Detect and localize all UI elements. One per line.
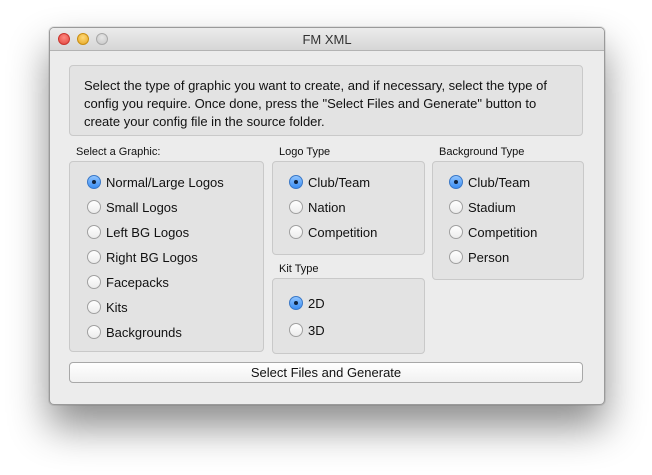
description-text: Select the type of graphic you want to c… xyxy=(84,78,547,129)
radio-unselected-icon xyxy=(289,323,303,337)
radio-unselected-icon xyxy=(289,200,303,214)
radio-label: Stadium xyxy=(468,199,516,215)
radio-right-bg-logos[interactable]: Right BG Logos xyxy=(87,248,198,266)
radio-bg-competition[interactable]: Competition xyxy=(449,223,537,241)
window-title: FM XML xyxy=(302,32,352,47)
graphic-group-label: Select a Graphic: xyxy=(76,146,161,158)
radio-bg-stadium[interactable]: Stadium xyxy=(449,198,516,216)
radio-label: Small Logos xyxy=(106,199,178,215)
radio-selected-icon xyxy=(449,175,463,189)
radio-unselected-icon xyxy=(87,225,101,239)
radio-selected-icon xyxy=(289,175,303,189)
radio-selected-icon xyxy=(87,175,101,189)
radio-bg-club-team[interactable]: Club/Team xyxy=(449,173,530,191)
radio-label: Right BG Logos xyxy=(106,249,198,265)
kit-type-group-label: Kit Type xyxy=(279,263,319,275)
radio-bg-person[interactable]: Person xyxy=(449,248,509,266)
radio-logo-competition[interactable]: Competition xyxy=(289,223,377,241)
radio-label: Club/Team xyxy=(468,174,531,190)
radio-facepacks[interactable]: Facepacks xyxy=(87,273,169,291)
radio-unselected-icon xyxy=(87,325,101,339)
logo-type-group-label: Logo Type xyxy=(279,146,331,158)
radio-backgrounds[interactable]: Backgrounds xyxy=(87,323,182,341)
radio-kit-2d[interactable]: 2D xyxy=(289,294,325,312)
radio-unselected-icon xyxy=(87,275,101,289)
title-bar[interactable]: FM XML xyxy=(50,28,604,51)
radio-logo-club-team[interactable]: Club/Team xyxy=(289,173,370,191)
radio-selected-icon xyxy=(289,296,303,310)
description-panel: Select the type of graphic you want to c… xyxy=(69,65,583,136)
radio-left-bg-logos[interactable]: Left BG Logos xyxy=(87,223,189,241)
radio-label: Club/Team xyxy=(308,174,371,190)
radio-unselected-icon xyxy=(87,250,101,264)
background-type-group-box: Club/Team Stadium Competition Person xyxy=(432,161,584,280)
radio-label: Competition xyxy=(468,224,538,240)
radio-small-logos[interactable]: Small Logos xyxy=(87,198,178,216)
app-window: FM XML Select the type of graphic you wa… xyxy=(49,27,605,405)
radio-logo-nation[interactable]: Nation xyxy=(289,198,346,216)
radio-kits[interactable]: Kits xyxy=(87,298,128,316)
radio-unselected-icon xyxy=(449,200,463,214)
radio-unselected-icon xyxy=(289,225,303,239)
select-files-and-generate-button[interactable]: Select Files and Generate xyxy=(69,362,583,383)
radio-kit-3d[interactable]: 3D xyxy=(289,321,325,339)
radio-label: Competition xyxy=(308,224,378,240)
radio-label: Kits xyxy=(106,299,128,315)
radio-label: Person xyxy=(468,249,510,265)
kit-type-group-box: 2D 3D xyxy=(272,278,425,354)
radio-label: Backgrounds xyxy=(106,324,182,340)
logo-type-group-box: Club/Team Nation Competition xyxy=(272,161,425,255)
graphic-group-box: Normal/Large Logos Small Logos Left BG L… xyxy=(69,161,264,352)
radio-label: Normal/Large Logos xyxy=(106,174,224,190)
radio-label: Left BG Logos xyxy=(106,224,190,240)
radio-label: Facepacks xyxy=(106,274,169,290)
radio-label: 3D xyxy=(308,322,325,338)
radio-unselected-icon xyxy=(87,200,101,214)
background-type-group-label: Background Type xyxy=(439,146,525,158)
radio-unselected-icon xyxy=(87,300,101,314)
radio-unselected-icon xyxy=(449,250,463,264)
radio-unselected-icon xyxy=(449,225,463,239)
radio-label: Nation xyxy=(308,199,346,215)
radio-label: 2D xyxy=(308,295,325,311)
radio-normal-large-logos[interactable]: Normal/Large Logos xyxy=(87,173,224,191)
